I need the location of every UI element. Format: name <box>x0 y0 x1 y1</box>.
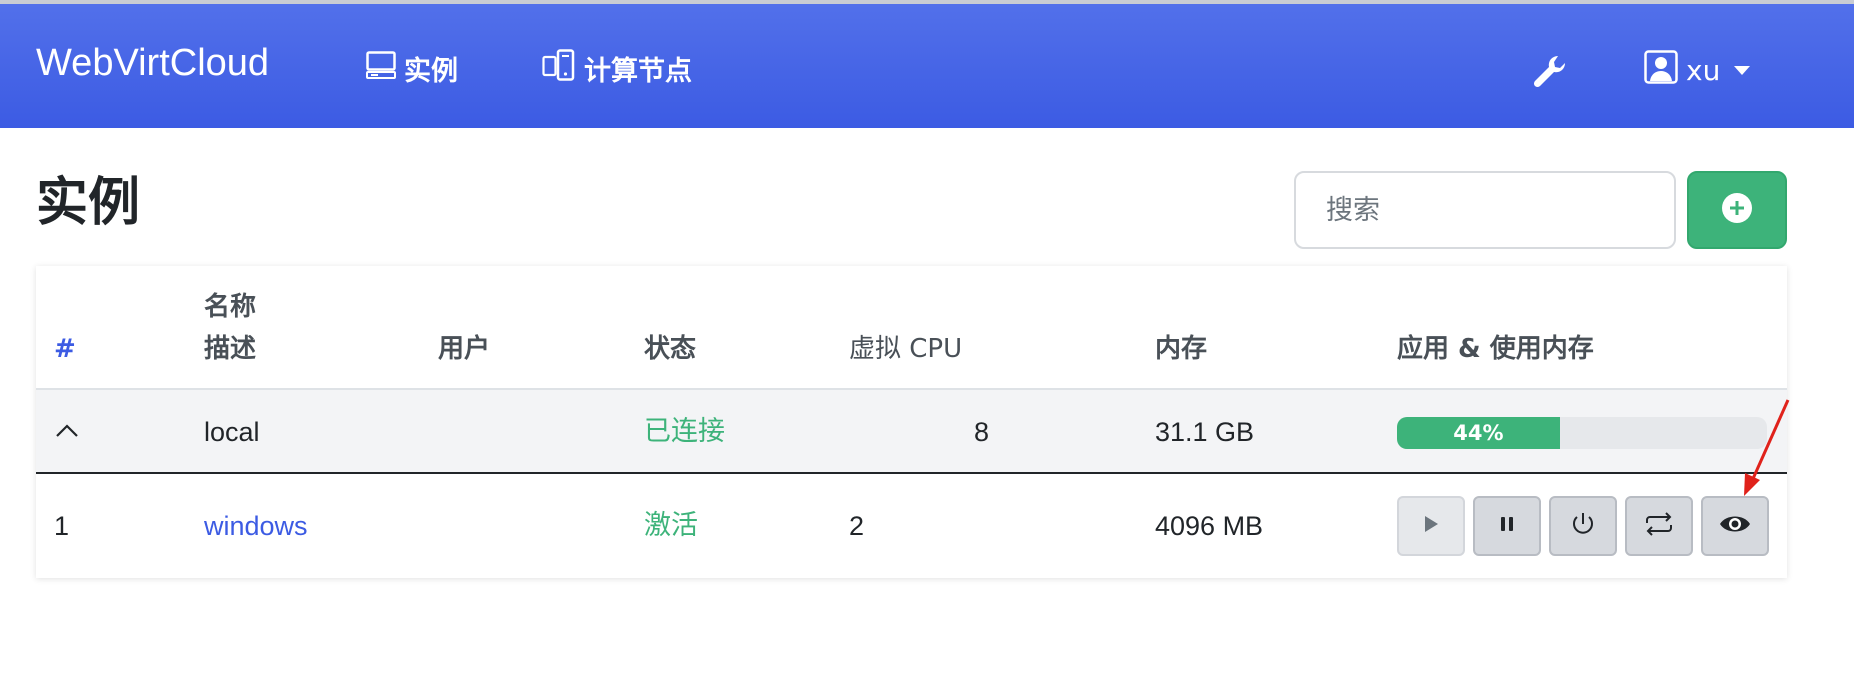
power-off-button[interactable] <box>1549 496 1617 556</box>
column-header-vcpu[interactable]: 虚拟 CPU <box>849 328 962 370</box>
play-icon <box>1422 514 1440 538</box>
power-icon <box>1569 510 1597 542</box>
page-title: 实例 <box>36 173 141 233</box>
monitor-icon <box>366 50 404 86</box>
console-button[interactable] <box>1701 496 1769 556</box>
host-group-row[interactable]: local 已连接 8 31.1 GB 44% <box>36 390 1787 474</box>
user-icon <box>1644 49 1678 91</box>
nav-instances[interactable]: 实例 <box>366 50 458 87</box>
repeat-icon <box>1642 510 1676 542</box>
nav-compute-nodes[interactable]: 计算节点 <box>542 48 692 88</box>
instance-actions <box>1397 496 1769 556</box>
nav-nodes-label: 计算节点 <box>584 55 692 87</box>
devices-icon <box>542 48 584 88</box>
table-header: # 名称 描述 用户 状态 虚拟 CPU 内存 应用 & 使用内存 <box>36 266 1787 390</box>
host-status: 已连接 <box>644 416 725 447</box>
user-menu[interactable]: xu <box>1644 49 1751 91</box>
memory-usage-bar: 44% <box>1397 417 1560 449</box>
row-index: 1 <box>54 511 70 541</box>
reboot-button[interactable] <box>1625 496 1693 556</box>
user-name: xu <box>1686 53 1721 87</box>
wrench-icon[interactable] <box>1530 52 1570 92</box>
host-memory: 31.1 GB <box>1155 417 1255 447</box>
host-name: local <box>204 417 260 447</box>
suspend-button[interactable] <box>1473 496 1541 556</box>
chevron-down-icon <box>1734 65 1751 75</box>
nav-instances-label: 实例 <box>404 55 458 87</box>
column-header-user[interactable]: 用户 <box>438 328 490 370</box>
pause-icon <box>1498 514 1516 538</box>
instance-vcpu: 2 <box>849 511 865 541</box>
plus-circle-icon <box>1720 191 1754 229</box>
column-header-status[interactable]: 状态 <box>644 328 696 370</box>
column-header-usage: 应用 & 使用内存 <box>1397 334 1594 364</box>
column-header-description: 描述 <box>204 334 257 364</box>
column-header-memory[interactable]: 内存 <box>1155 328 1207 370</box>
instance-status: 激活 <box>644 510 698 541</box>
memory-usage-progress: 44% <box>1397 417 1767 449</box>
column-header-name[interactable]: 名称 <box>204 286 256 328</box>
instance-name-link[interactable]: windows <box>204 508 308 544</box>
search-input[interactable] <box>1294 171 1676 249</box>
memory-usage-label: 44% <box>1453 421 1504 445</box>
navbar: WebVirtCloud 实例 计算节点 xu <box>0 4 1854 128</box>
host-vcpu: 8 <box>974 417 990 447</box>
instances-table: # 名称 描述 用户 状态 虚拟 CPU 内存 应用 & 使用内存 local … <box>36 266 1787 578</box>
start-button[interactable] <box>1397 496 1465 556</box>
add-instance-button[interactable] <box>1687 171 1787 249</box>
brand-logo[interactable]: WebVirtCloud <box>36 42 269 85</box>
table-row: 1 windows 激活 2 4096 MB <box>36 474 1787 578</box>
eye-icon <box>1718 512 1752 540</box>
column-header-index[interactable]: # <box>54 328 76 370</box>
instance-memory: 4096 MB <box>1155 511 1264 541</box>
chevron-up-icon[interactable] <box>54 414 80 450</box>
